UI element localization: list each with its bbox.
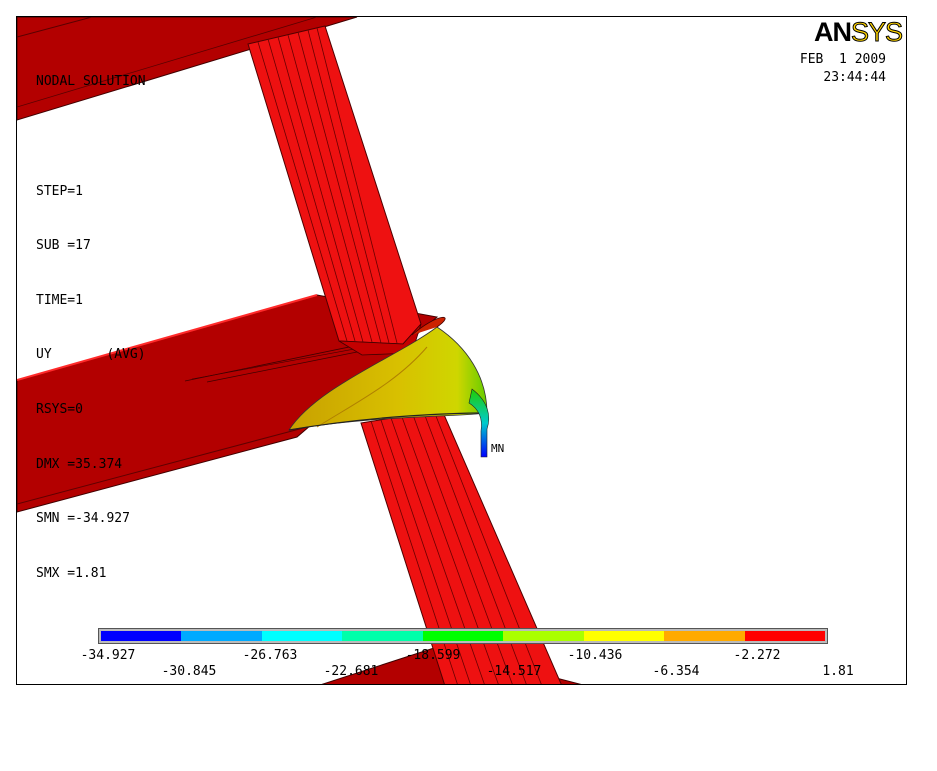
fe-model-plot — [17, 17, 582, 684]
graphics-window[interactable]: ANSYS FEB 1 2009 23:44:44 NODAL SOLUTION … — [16, 16, 907, 685]
info-line: UY (AVG) — [36, 347, 146, 363]
upper-column — [247, 25, 422, 345]
legend-tick-label: -10.436 — [567, 648, 623, 663]
legend-tick-label: -18.599 — [405, 648, 461, 663]
info-line — [36, 128, 146, 146]
legend-swatch — [664, 631, 745, 641]
info-line: SMX =1.81 — [36, 565, 107, 581]
solution-info: NODAL SOLUTION STEP=1 SUB =17 TIME=1 UY … — [36, 37, 146, 619]
legend-tick-label: -14.517 — [486, 664, 542, 679]
date-time: FEB 1 2009 23:44:44 — [800, 51, 886, 87]
time-text: 23:44:44 — [823, 70, 886, 85]
date-text: FEB 1 2009 — [799, 52, 886, 67]
legend-swatch — [101, 631, 182, 641]
info-line: SUB =17 — [36, 238, 91, 254]
legend-swatch — [181, 631, 262, 641]
info-line: TIME=1 — [36, 292, 83, 308]
legend-tick-label: 1.81 — [822, 664, 854, 679]
legend-tick-label: -34.927 — [80, 648, 136, 663]
info-line: NODAL SOLUTION — [36, 74, 146, 90]
ansys-logo: ANSYS — [813, 17, 904, 48]
legend-tick-label: -22.681 — [323, 664, 379, 679]
info-line: DMX =35.374 — [36, 456, 123, 472]
contour-legend-bar — [98, 628, 828, 644]
legend-swatch — [744, 631, 825, 641]
legend-tick-label: -26.763 — [242, 648, 298, 663]
legend-swatch — [342, 631, 423, 641]
legend-swatch — [583, 631, 665, 641]
legend-swatch — [422, 631, 504, 641]
info-line: RSYS=0 — [36, 401, 83, 417]
legend-tick-label: -30.845 — [161, 664, 217, 679]
legend-tick-label: -2.272 — [733, 648, 781, 663]
min-marker-label: MN — [491, 442, 505, 455]
legend-swatch — [503, 631, 584, 641]
legend-swatch — [261, 631, 343, 641]
info-line: SMN =-34.927 — [36, 511, 130, 527]
info-line: STEP=1 — [36, 183, 83, 199]
legend-tick-label: -6.354 — [652, 664, 700, 679]
